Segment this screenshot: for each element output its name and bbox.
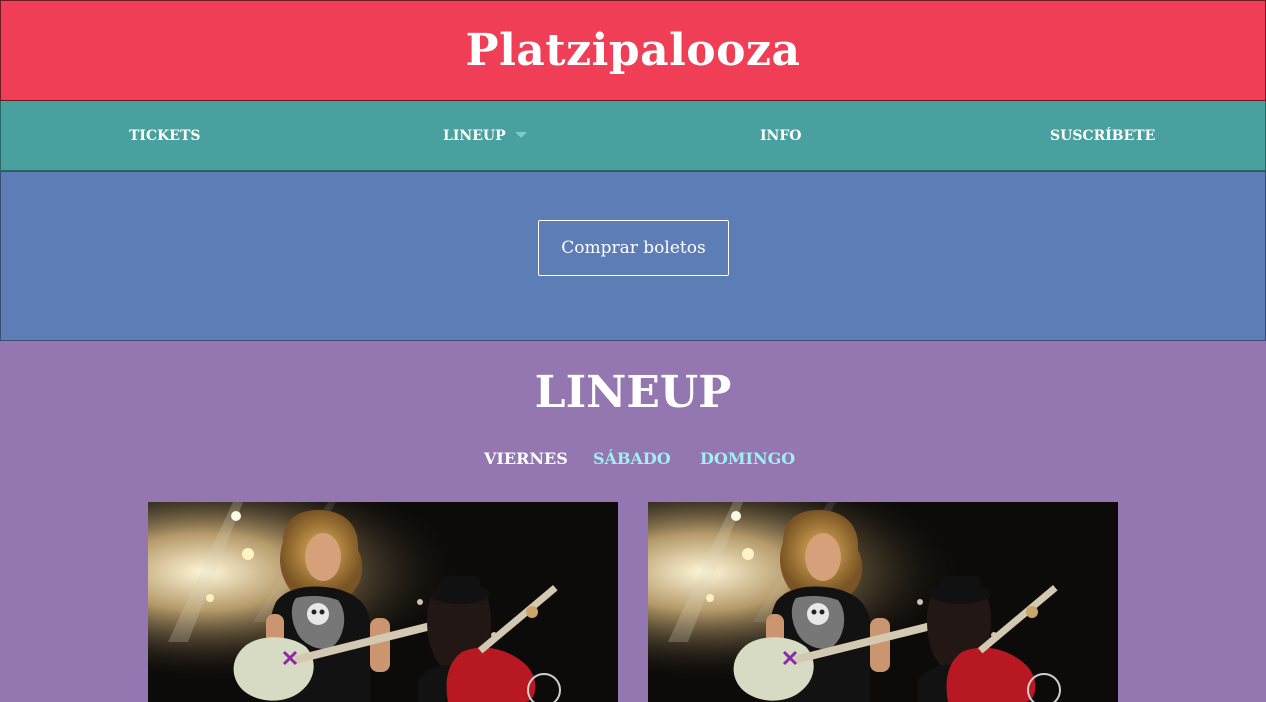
chevron-down-icon	[514, 131, 527, 138]
nav-item-lineup-label: LINEUP	[443, 127, 506, 144]
nav-item-lineup[interactable]: LINEUP	[443, 101, 527, 170]
nav-item-tickets[interactable]: TICKETS	[129, 101, 200, 170]
nav-item-suscribete[interactable]: SUSCRÍBETE	[1050, 101, 1155, 170]
site-header: Platzipalooza	[0, 0, 1266, 101]
artist-card-image[interactable]	[648, 502, 1118, 702]
concert-guitarists-photo	[648, 502, 1118, 702]
tab-viernes[interactable]: VIERNES	[484, 449, 568, 468]
hero-section: Comprar boletos	[0, 171, 1266, 341]
site-title: Platzipalooza	[465, 25, 801, 76]
main-nav: TICKETS LINEUP INFO SUSCRÍBETE	[0, 101, 1266, 171]
artist-card-image[interactable]	[148, 502, 618, 702]
buy-tickets-button[interactable]: Comprar boletos	[538, 220, 729, 276]
tab-sabado[interactable]: SÁBADO	[593, 449, 671, 468]
concert-guitarists-photo	[148, 502, 618, 702]
lineup-title: LINEUP	[534, 367, 732, 418]
lineup-section: LINEUP VIERNES SÁBADO DOMINGO	[0, 341, 1266, 702]
tab-domingo[interactable]: DOMINGO	[700, 449, 795, 468]
nav-item-info[interactable]: INFO	[760, 101, 801, 170]
